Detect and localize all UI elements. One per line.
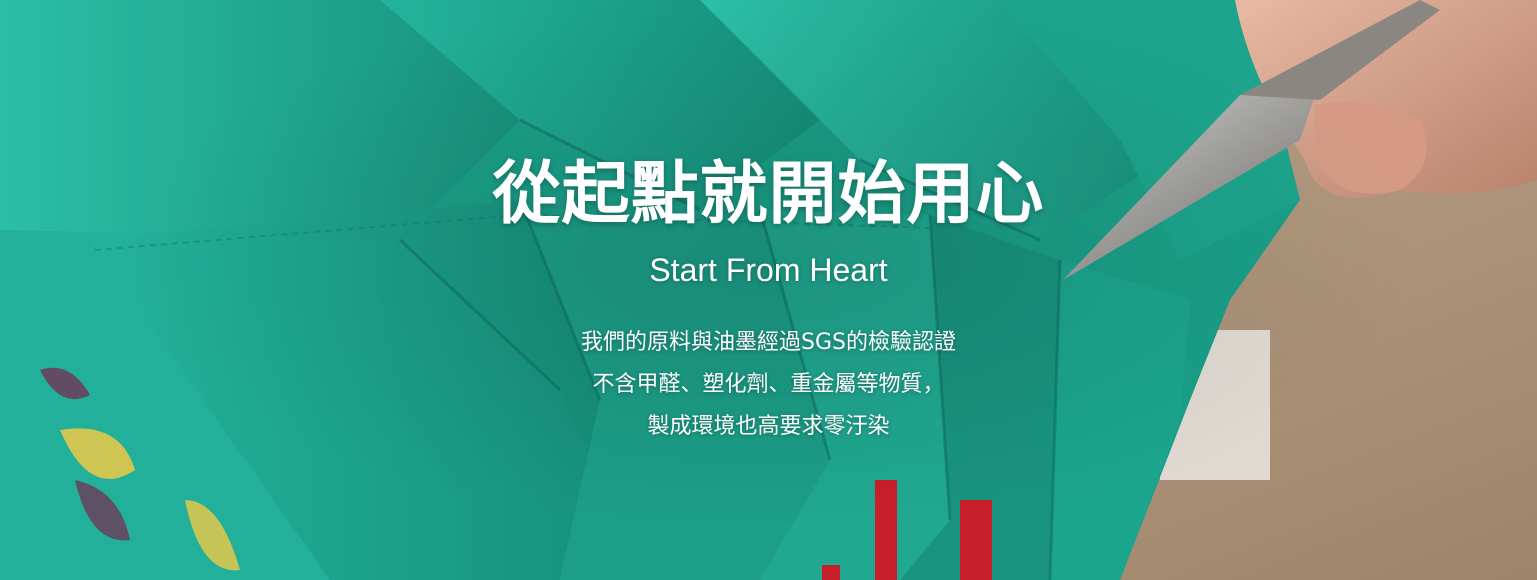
hero-description-line: 我們的原料與油墨經過SGS的檢驗認證 — [581, 330, 956, 355]
hero-description: 我們的原料與油墨經過SGS的檢驗認證 不含甲醛、塑化劑、重金屬等物質， 製成環境… — [0, 322, 1537, 448]
hero-banner: 從起點就開始用心 Start From Heart 我們的原料與油墨經過SGS的… — [0, 0, 1537, 580]
hero-subtitle: Start From Heart — [649, 252, 888, 288]
hero-title: 從起點就開始用心 — [492, 155, 1045, 234]
hero-description-line: 不含甲醛、塑化劑、重金屬等物質， — [592, 372, 945, 397]
hero-content: 從起點就開始用心 Start From Heart 我們的原料與油墨經過SGS的… — [0, 0, 1537, 580]
hero-description-line: 製成環境也高要求零汙染 — [647, 414, 890, 439]
